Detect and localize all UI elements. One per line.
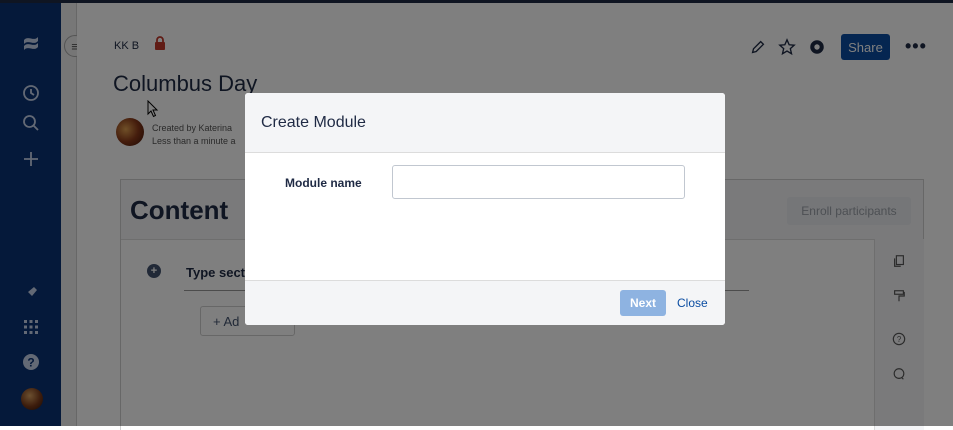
next-button[interactable]: Next [620,290,666,316]
dialog-header: Create Module [245,93,725,153]
create-module-dialog: Create Module Module name Next Close [245,93,725,325]
close-button[interactable]: Close [677,296,708,310]
dialog-footer: Next Close [245,280,725,325]
module-name-label: Module name [285,176,362,190]
module-name-input[interactable] [392,165,685,199]
dialog-title: Create Module [261,114,366,131]
